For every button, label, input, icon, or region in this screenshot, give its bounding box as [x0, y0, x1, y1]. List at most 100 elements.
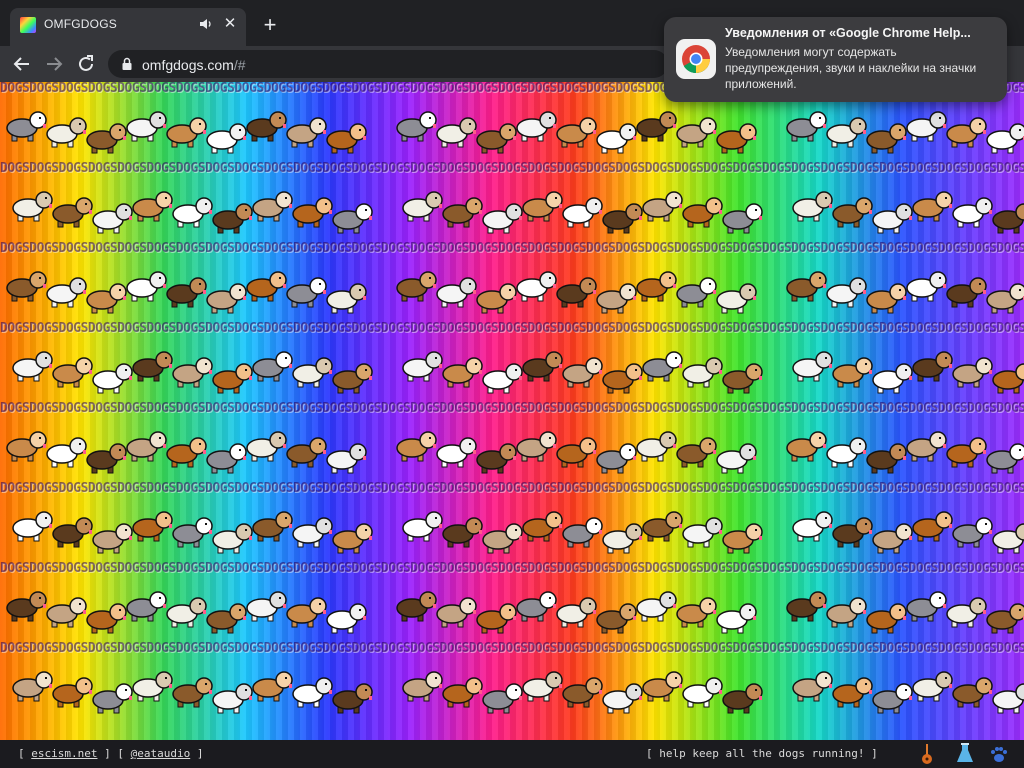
flask-icon[interactable]	[954, 742, 976, 766]
pixel-dog	[522, 511, 563, 542]
pixel-dog	[642, 671, 683, 702]
dog-row	[0, 256, 1024, 318]
pixel-dog	[86, 603, 127, 634]
pixel-dog	[676, 597, 717, 628]
pixel-dog	[246, 591, 287, 622]
pixel-dog	[86, 123, 127, 154]
pixel-dog	[716, 283, 757, 314]
back-arrow-icon[interactable]	[10, 52, 34, 76]
chrome-logo-icon	[676, 39, 716, 79]
pixel-dog	[252, 671, 293, 702]
running-dogs-group	[396, 431, 757, 474]
pixel-dog	[252, 191, 293, 222]
pixel-dog	[286, 597, 327, 628]
pixel-dog	[12, 351, 53, 382]
pixel-dog	[92, 203, 133, 234]
pixel-dog	[12, 191, 53, 222]
pixel-dog	[132, 511, 173, 542]
pixel-dog	[6, 591, 47, 622]
new-tab-button[interactable]: +	[258, 14, 282, 38]
pixel-dog	[636, 431, 677, 462]
pixel-dog	[516, 431, 557, 462]
pixel-dog	[326, 603, 367, 634]
pixel-dog	[482, 683, 523, 714]
page-footer: [ escism.net ] [ @eataudio ] [ help keep…	[0, 740, 1024, 768]
pixel-dog	[402, 351, 443, 382]
running-dogs-group	[402, 191, 763, 234]
pixel-dog	[12, 671, 53, 702]
pixel-dog	[716, 123, 757, 154]
pixel-dog	[872, 363, 913, 394]
pixel-dog	[596, 283, 637, 314]
pixel-dog	[326, 123, 367, 154]
pixel-dog	[722, 203, 763, 234]
pixel-dog	[172, 677, 213, 708]
pixel-dog	[832, 357, 873, 388]
lock-icon[interactable]	[120, 57, 134, 71]
pixel-dog	[396, 271, 437, 302]
pixel-dog	[602, 523, 643, 554]
pixel-dog	[482, 203, 523, 234]
pixel-dog	[636, 271, 677, 302]
url-path: /#	[233, 57, 246, 73]
dog-row	[0, 576, 1024, 638]
pixel-dog	[52, 197, 93, 228]
pixel-dog	[832, 677, 873, 708]
tab-close-button[interactable]: ✕	[222, 16, 238, 32]
pixel-dog	[46, 117, 87, 148]
pixel-dog	[126, 591, 167, 622]
pixel-dog	[436, 437, 477, 468]
pixel-dog	[912, 511, 953, 542]
pixel-dog	[912, 671, 953, 702]
pixel-dog	[292, 517, 333, 548]
pixel-dog	[832, 197, 873, 228]
pixel-dog	[212, 203, 253, 234]
escism-link[interactable]: escism.net	[31, 747, 97, 760]
guitar-icon[interactable]	[916, 742, 938, 766]
speaker-icon[interactable]	[198, 16, 214, 32]
pixel-dog	[952, 677, 993, 708]
pixel-dog	[912, 351, 953, 382]
pixel-dog	[6, 111, 47, 142]
forward-arrow-icon[interactable]	[42, 52, 66, 76]
pixel-dog	[946, 597, 987, 628]
pixel-dog	[326, 283, 367, 314]
pixel-dog	[642, 351, 683, 382]
pixel-dog	[516, 111, 557, 142]
pixel-dog	[126, 431, 167, 462]
pixel-dog	[946, 437, 987, 468]
pixel-dog	[92, 523, 133, 554]
pixel-dog	[682, 197, 723, 228]
running-dogs-group	[786, 111, 1024, 154]
pixel-dog	[252, 351, 293, 382]
footer-donate-text[interactable]: [ help keep all the dogs running! ]	[646, 747, 878, 760]
pixel-dog	[332, 683, 373, 714]
pixel-dog	[86, 443, 127, 474]
pixel-dog	[642, 191, 683, 222]
notification-banner[interactable]: Уведомления от «Google Chrome Help... Ув…	[664, 17, 1007, 102]
paw-icon[interactable]	[988, 742, 1010, 766]
running-dogs-group	[786, 591, 1024, 634]
running-dogs-group	[396, 591, 757, 634]
dog-band: DOGSDOGSDOGSDOGSDOGSDOGSDOGSDOGSDOGSDOGS…	[0, 162, 1024, 242]
address-bar[interactable]: omfgdogs.com/#	[108, 50, 668, 78]
pixel-dog	[166, 277, 207, 308]
pixel-dog	[986, 283, 1024, 314]
pixel-dog	[172, 357, 213, 388]
running-dogs-group	[792, 191, 1024, 234]
pixel-dog	[332, 203, 373, 234]
dogs-word-row: DOGSDOGSDOGSDOGSDOGSDOGSDOGSDOGSDOGSDOGS…	[0, 562, 1024, 576]
pixel-dog	[602, 363, 643, 394]
pixel-dog	[786, 431, 827, 462]
pixel-dog	[596, 603, 637, 634]
running-dogs-group	[792, 351, 1024, 394]
pixel-dog	[6, 431, 47, 462]
pixel-dog	[212, 363, 253, 394]
pixel-dog	[246, 271, 287, 302]
pixel-dog	[682, 517, 723, 548]
tab-omfgdogs[interactable]: OMFGDOGS ✕	[10, 8, 246, 46]
pixel-dog	[516, 591, 557, 622]
reload-icon[interactable]	[74, 52, 98, 76]
eataudio-link[interactable]: @eataudio	[131, 747, 191, 760]
pixel-dog	[556, 117, 597, 148]
